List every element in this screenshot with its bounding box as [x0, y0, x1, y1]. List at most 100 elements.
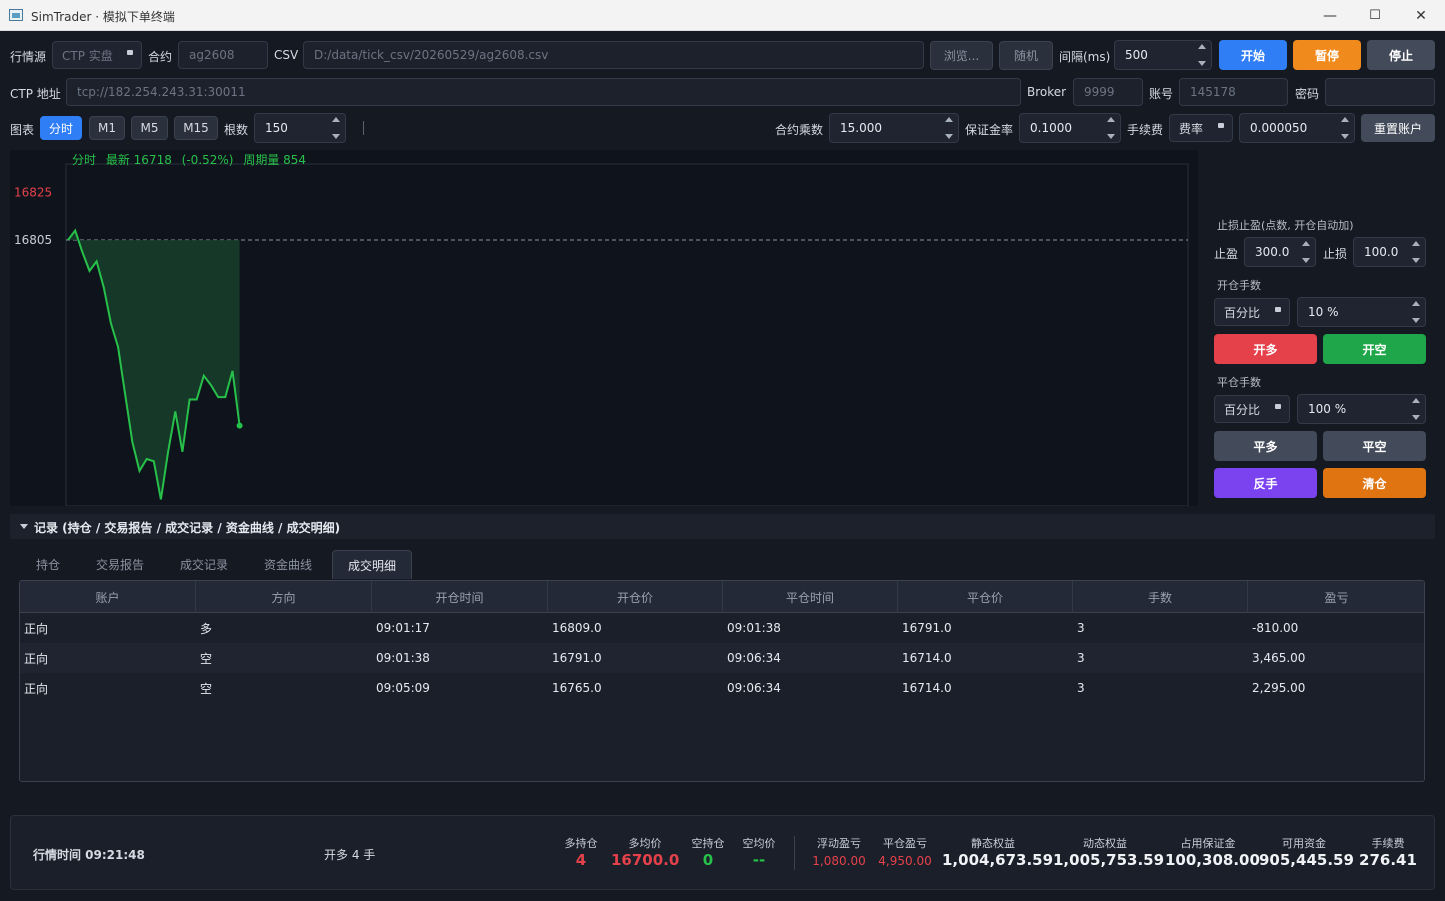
- column-header[interactable]: 平仓时间: [723, 581, 898, 613]
- chart-header-change: (-0.52%): [182, 153, 234, 167]
- price-chart[interactable]: 分时 最新 16718 (-0.52%) 周期量 854 16825 16805: [10, 150, 1198, 506]
- close-pnl-stat: 平仓盈亏 4,950.00: [875, 816, 935, 891]
- contract-input[interactable]: ag2608: [178, 41, 268, 69]
- reset-account-button[interactable]: 重置账户: [1361, 114, 1435, 142]
- interval-stepper[interactable]: 500: [1114, 40, 1212, 70]
- table-cell: 空: [200, 681, 213, 696]
- ctp-address-input[interactable]: tcp://182.254.243.31:30011: [66, 78, 1021, 106]
- chart-svg: 分时 最新 16718 (-0.52%) 周期量 854 16825 16805: [14, 152, 1189, 506]
- chart-header-latest: 最新 16718: [106, 152, 172, 167]
- account-label: 账号: [1149, 87, 1174, 101]
- chevron-down-icon: [1218, 123, 1224, 128]
- close-lots-title: 平仓手数: [1217, 376, 1261, 389]
- close-mode-combo[interactable]: 百分比: [1214, 395, 1290, 423]
- tab-fills[interactable]: 成交记录: [166, 550, 242, 579]
- table-row[interactable]: 正向 空 09:01:38 16791.0 09:06:34 16714.0 3 3,465.…: [20, 643, 1424, 673]
- margin-rate-value: 0.1000: [1030, 121, 1072, 135]
- flatten-button[interactable]: 清仓: [1323, 468, 1426, 498]
- account-input[interactable]: 145178: [1179, 78, 1288, 106]
- records-header[interactable]: 记录 (持仓 / 交易报告 / 成交记录 / 资金曲线 / 成交明细): [10, 514, 1435, 539]
- fee-mode-combo[interactable]: 费率: [1169, 114, 1233, 142]
- stepper-down-icon[interactable]: [945, 134, 953, 139]
- fee-stat: 手续费 276.41: [1357, 816, 1419, 891]
- open-mode-combo[interactable]: 百分比: [1214, 298, 1290, 326]
- stepper-down-icon[interactable]: [332, 134, 340, 139]
- stepper-down-icon[interactable]: [1341, 134, 1349, 139]
- pause-button[interactable]: 暂停: [1293, 40, 1361, 70]
- stepper-up-icon[interactable]: [1302, 241, 1310, 246]
- password-input[interactable]: [1325, 78, 1435, 106]
- stepper-down-icon[interactable]: [1107, 134, 1115, 139]
- timeframe-tick[interactable]: 分时: [40, 116, 82, 140]
- column-header[interactable]: 账户: [20, 581, 196, 613]
- column-header[interactable]: 开仓价: [548, 581, 723, 613]
- browse-button[interactable]: 浏览...: [930, 41, 993, 70]
- reverse-button[interactable]: 反手: [1214, 468, 1317, 498]
- dynamic-equity-value: 1,005,753.59: [1053, 851, 1165, 869]
- stepper-up-icon[interactable]: [1412, 241, 1420, 246]
- tab-equity-curve[interactable]: 资金曲线: [250, 550, 326, 579]
- table-row[interactable]: 正向 空 09:05:09 16765.0 09:06:34 16714.0 3 2,295.…: [20, 673, 1424, 703]
- stepper-up-icon[interactable]: [1341, 117, 1349, 122]
- stepper-up-icon[interactable]: [1107, 117, 1115, 122]
- column-header[interactable]: 开仓时间: [372, 581, 548, 613]
- status-bar: 行情时间 09:21:48 开多 4 手 多持仓 4 多均价 16700.0 空持仓…: [10, 815, 1435, 890]
- close-short-button[interactable]: 平空: [1323, 431, 1426, 461]
- timeframe-m15[interactable]: M15: [174, 116, 218, 140]
- take-profit-stepper[interactable]: 300.0: [1244, 237, 1316, 267]
- column-header[interactable]: 平仓价: [898, 581, 1073, 613]
- table-cell: 3: [1077, 621, 1085, 635]
- collapse-triangle-icon[interactable]: [20, 524, 28, 529]
- column-header[interactable]: 方向: [196, 581, 372, 613]
- stepper-down-icon[interactable]: [1412, 415, 1420, 420]
- stepper-up-icon[interactable]: [1198, 44, 1206, 49]
- broker-input[interactable]: 9999: [1073, 78, 1143, 106]
- close-button[interactable]: ✕: [1398, 0, 1444, 31]
- open-lots-value: 10 %: [1308, 305, 1339, 319]
- source-combo[interactable]: CTP 实盘: [52, 41, 142, 69]
- password-label: 密码: [1295, 87, 1320, 101]
- minimize-button[interactable]: —: [1307, 0, 1353, 31]
- timeframe-m1[interactable]: M1: [89, 116, 125, 140]
- stepper-up-icon[interactable]: [332, 117, 340, 122]
- start-button[interactable]: 开始: [1219, 40, 1287, 70]
- table-row[interactable]: 正向 多 09:01:17 16809.0 09:01:38 16791.0 3 -810.0…: [20, 613, 1424, 643]
- margin-rate-stepper[interactable]: 0.1000: [1019, 113, 1121, 143]
- stepper-up-icon[interactable]: [945, 117, 953, 122]
- csv-path-input[interactable]: D:/data/tick_csv/20260529/ag2608.csv: [303, 41, 924, 69]
- tab-positions[interactable]: 持仓: [20, 550, 76, 579]
- float-pnl-stat: 浮动盈亏 1,080.00: [809, 816, 869, 891]
- table-cell: 09:01:38: [376, 651, 430, 665]
- stepper-up-icon[interactable]: [1412, 398, 1420, 403]
- tab-trade-report[interactable]: 交易报告: [82, 550, 158, 579]
- stepper-down-icon[interactable]: [1412, 258, 1420, 263]
- stop-button[interactable]: 停止: [1367, 40, 1435, 70]
- open-lots-stepper[interactable]: 10 %: [1297, 297, 1426, 327]
- stepper-down-icon[interactable]: [1302, 258, 1310, 263]
- chevron-down-icon: [1275, 307, 1281, 312]
- open-long-button[interactable]: 开多: [1214, 334, 1317, 364]
- close-long-button[interactable]: 平多: [1214, 431, 1317, 461]
- column-header[interactable]: 盈亏: [1248, 581, 1424, 613]
- stepper-down-icon[interactable]: [1198, 61, 1206, 66]
- open-short-button[interactable]: 开空: [1323, 334, 1426, 364]
- maximize-button[interactable]: ☐: [1352, 0, 1398, 31]
- fee-stepper[interactable]: 0.000050: [1239, 113, 1355, 143]
- fee-label: 手续费: [1127, 123, 1164, 137]
- table-cell: 正向: [24, 651, 49, 666]
- bars-stepper[interactable]: 150: [254, 113, 346, 143]
- stop-loss-stepper[interactable]: 100.0: [1353, 237, 1426, 267]
- multiplier-stepper[interactable]: 15.000: [829, 113, 959, 143]
- table-cell: 09:06:34: [727, 651, 781, 665]
- stepper-down-icon[interactable]: [1412, 318, 1420, 323]
- tab-trade-details[interactable]: 成交明细: [332, 550, 412, 579]
- random-button[interactable]: 随机: [999, 41, 1053, 70]
- column-header[interactable]: 手数: [1073, 581, 1248, 613]
- static-equity-value: 1,004,673.59: [942, 851, 1054, 869]
- table-cell: 2,295.00: [1252, 681, 1306, 695]
- market-time: 行情时间 09:21:48: [33, 848, 145, 862]
- stepper-up-icon[interactable]: [1412, 301, 1420, 306]
- short-avg-stat: 空均价 --: [735, 816, 783, 891]
- close-lots-stepper[interactable]: 100 %: [1297, 394, 1426, 424]
- timeframe-m5[interactable]: M5: [131, 116, 168, 140]
